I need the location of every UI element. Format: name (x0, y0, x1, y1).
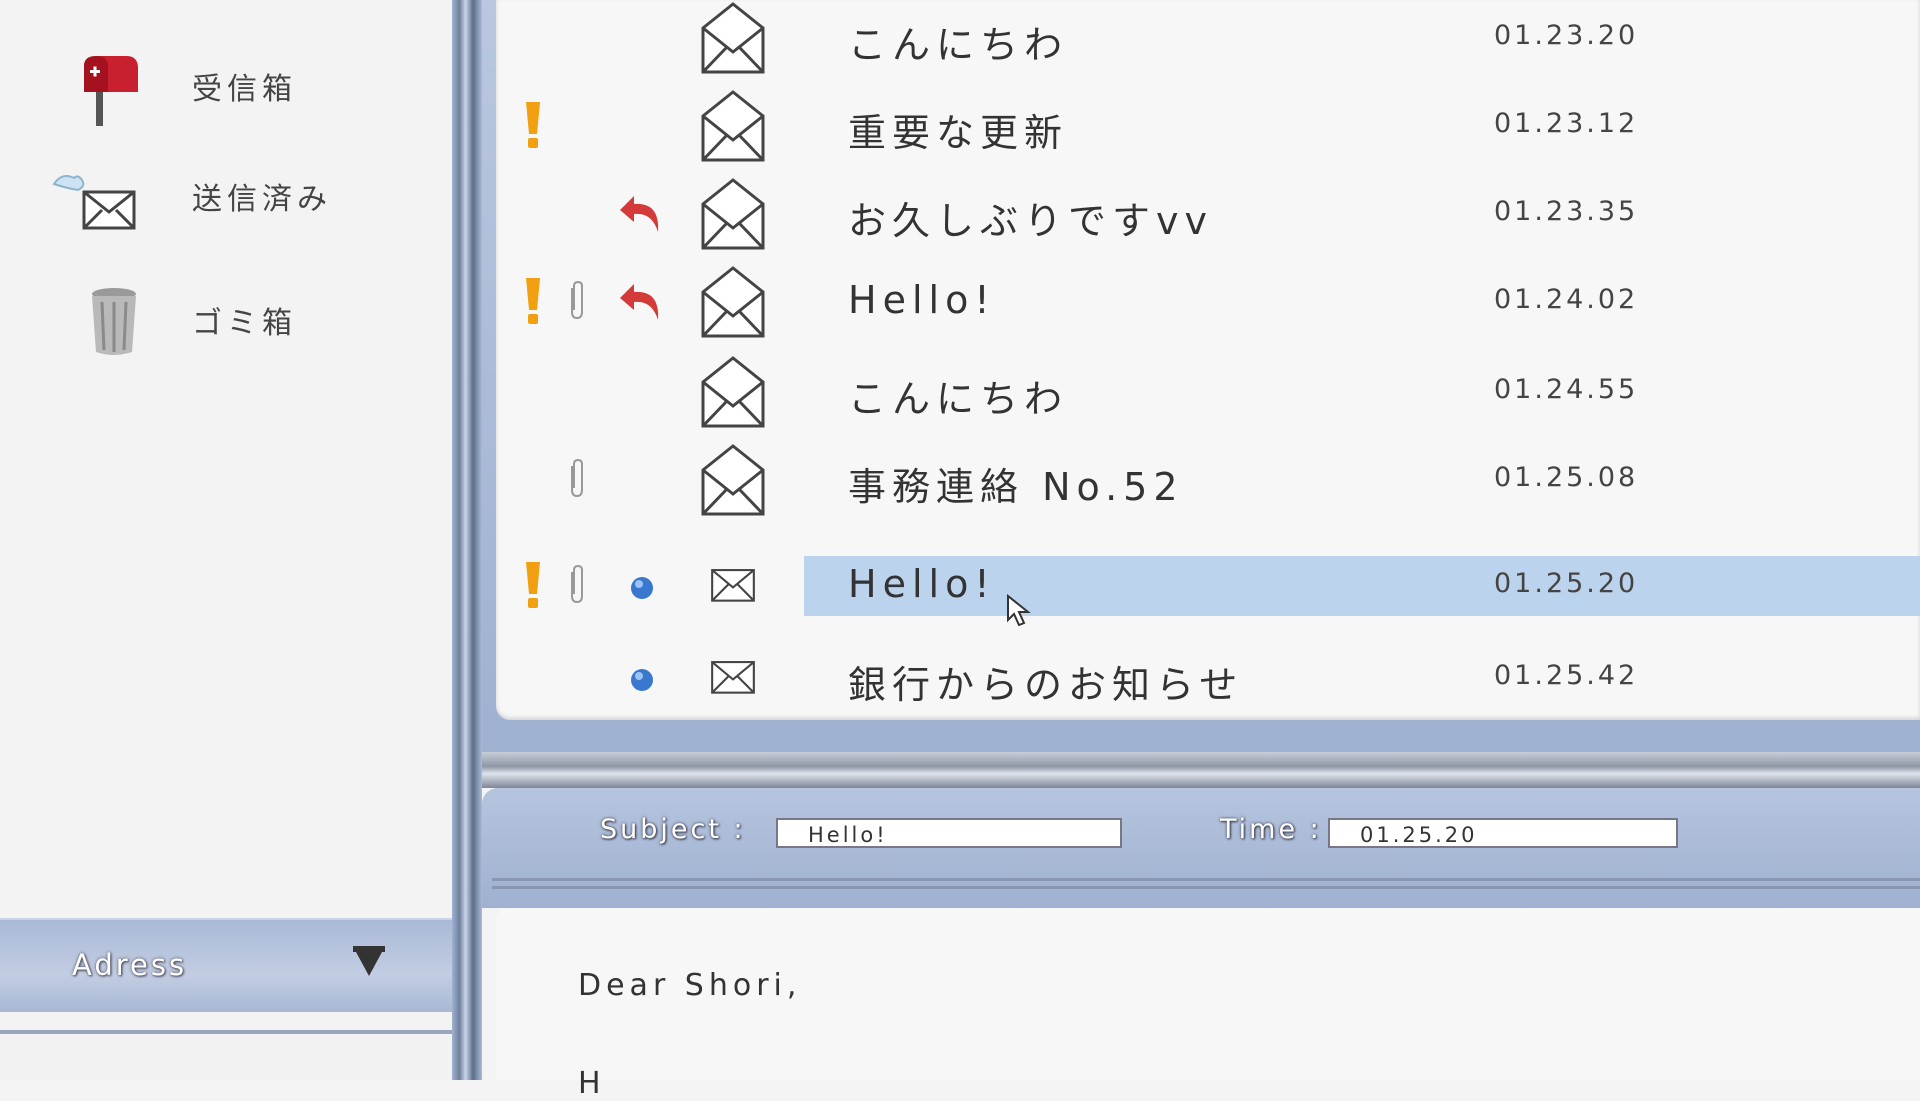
reply-arrow-icon (620, 196, 659, 232)
metal-separator (482, 752, 1920, 788)
folder-sidebar: 受信箱 送信済み ゴミ箱 Adress (0, 0, 452, 1080)
mail-subject: 銀行からのお知らせ (848, 663, 1244, 707)
mail-row[interactable]: 重要な更新 01.23.12 (496, 90, 1920, 180)
mail-row[interactable]: こんにちわ 01.23.20 (496, 2, 1920, 92)
open-envelope-icon (701, 90, 765, 162)
folder-trash[interactable]: ゴミ箱 (0, 274, 452, 370)
mail-row[interactable]: Hello! 01.24.02 (496, 266, 1920, 356)
unread-dot-icon (631, 669, 653, 691)
mail-row[interactable]: お久しぶりですvv 01.23.35 (496, 178, 1920, 268)
dropdown-arrow-icon[interactable] (353, 946, 385, 976)
mail-time: 01.24.55 (1494, 374, 1639, 405)
subject-field: Hello! (776, 818, 1122, 848)
time-field: 01.25.20 (1328, 818, 1678, 848)
open-envelope-icon (701, 2, 765, 74)
mail-list-frame: こんにちわ 01.23.20 重要な更新 01.23.12 お久しぶりですvv 01.… (482, 0, 1920, 752)
time-label: Time : (1220, 814, 1322, 845)
header-rule-2 (492, 886, 1920, 889)
unread-dot-icon (631, 577, 653, 599)
closed-envelope-icon (711, 569, 755, 602)
folder-sent[interactable]: 送信済み (0, 150, 452, 246)
address-list-area (0, 1034, 452, 1080)
mail-subject: Hello! (848, 278, 996, 322)
message-greeting: Dear Shori, (578, 968, 802, 1003)
subject-label: Subject : (600, 814, 746, 845)
folder-sent-label: 送信済み (192, 182, 332, 217)
mail-row[interactable]: 事務連絡 No.52 01.25.08 (496, 444, 1920, 534)
address-dropdown[interactable]: Adress (0, 918, 452, 1012)
message-line: H (578, 1066, 606, 1101)
preview-header: Subject : Hello! Time : 01.25.20 (482, 788, 1920, 908)
mailbox-icon (84, 56, 138, 126)
mail-subject: こんにちわ (848, 23, 1069, 67)
important-flag-icon (526, 102, 540, 148)
mail-subject: Hello! (848, 562, 996, 606)
address-label: Adress (72, 948, 188, 982)
important-flag-icon (526, 562, 540, 608)
mail-time: 01.23.35 (1494, 196, 1639, 227)
pane-divider[interactable] (452, 0, 482, 1080)
paperclip-icon (571, 458, 583, 498)
mail-subject: 事務連絡 No.52 (848, 465, 1184, 509)
mail-time: 01.25.08 (1494, 462, 1639, 493)
mail-time: 01.23.12 (1494, 108, 1639, 139)
open-envelope-icon (701, 444, 765, 516)
folder-inbox[interactable]: 受信箱 (0, 40, 452, 136)
paperclip-icon (571, 564, 583, 604)
paperclip-icon (571, 280, 583, 320)
mail-row[interactable]: 銀行からのお知らせ 01.25.42 (496, 648, 1920, 732)
open-envelope-icon (701, 356, 765, 428)
open-envelope-icon (701, 266, 765, 338)
open-envelope-icon (701, 178, 765, 250)
mail-time: 01.24.02 (1494, 284, 1639, 315)
mail-time: 01.23.20 (1494, 20, 1639, 51)
mail-subject: お久しぶりですvv (848, 199, 1213, 243)
mail-time: 01.25.42 (1494, 660, 1639, 691)
folder-inbox-label: 受信箱 (192, 72, 297, 107)
message-body[interactable]: Dear Shori, H (496, 908, 1920, 1101)
mail-list: こんにちわ 01.23.20 重要な更新 01.23.12 お久しぶりですvv 01.… (496, 0, 1920, 720)
mail-row[interactable]: Hello! 01.25.20 (496, 556, 1920, 640)
header-rule (492, 878, 1920, 881)
folder-trash-label: ゴミ箱 (192, 306, 297, 341)
mouse-pointer-icon (1007, 594, 1031, 627)
mail-time: 01.25.20 (1494, 568, 1639, 599)
mail-row[interactable]: こんにちわ 01.24.55 (496, 356, 1920, 446)
winged-envelope-icon (52, 175, 136, 230)
reply-arrow-icon (620, 284, 659, 320)
important-flag-icon (526, 278, 540, 324)
mail-subject: 重要な更新 (848, 111, 1069, 155)
closed-envelope-icon (711, 661, 755, 694)
mail-subject: こんにちわ (848, 377, 1069, 421)
trash-can-icon (92, 288, 136, 355)
